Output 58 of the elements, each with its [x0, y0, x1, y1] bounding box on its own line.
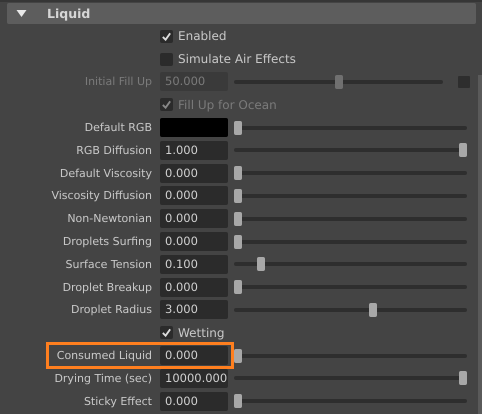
field-label: Viscosity Diffusion: [50, 189, 153, 202]
number-field[interactable]: 10000.000: [160, 368, 228, 388]
checkbox-label: Simulate Air Effects: [178, 52, 296, 66]
color-swatch[interactable]: [160, 118, 228, 138]
slider-track[interactable]: [234, 212, 467, 226]
section-header[interactable]: Liquid: [7, 3, 476, 24]
field-label: Drying Time (sec): [53, 372, 153, 385]
field-label: Consumed Liquid: [56, 349, 153, 362]
slider-track[interactable]: [234, 234, 467, 249]
slider-thumb[interactable]: [369, 302, 377, 317]
section-title: Liquid: [47, 6, 90, 21]
slider-thumb[interactable]: [234, 188, 242, 203]
number-field[interactable]: 0.000: [160, 346, 228, 366]
slider-track[interactable]: [234, 74, 443, 89]
field-label: Default Viscosity: [58, 166, 153, 180]
field-label: RGB Diffusion: [75, 144, 153, 157]
number-field[interactable]: 0.000: [160, 186, 228, 206]
slider-thumb[interactable]: [459, 143, 467, 158]
slider-track[interactable]: [234, 280, 467, 294]
slider-track[interactable]: [234, 166, 467, 180]
field-label: Droplets Surfing: [62, 235, 153, 248]
number-field[interactable]: 0.000: [160, 232, 228, 252]
field-label: Non-Newtonian: [66, 212, 153, 226]
slider-track[interactable]: [234, 394, 467, 408]
slider-track[interactable]: [234, 188, 467, 203]
slider-thumb[interactable]: [234, 166, 242, 180]
slider-thumb[interactable]: [256, 257, 264, 272]
slider-track[interactable]: [234, 348, 467, 363]
checkbox[interactable]: [160, 52, 173, 66]
number-field[interactable]: 0.000: [160, 392, 228, 411]
slider-thumb[interactable]: [234, 120, 242, 135]
number-field[interactable]: 0.000: [160, 164, 228, 183]
slider-track[interactable]: [234, 302, 467, 317]
slider-thumb[interactable]: [234, 234, 242, 249]
slider-thumb[interactable]: [234, 212, 242, 226]
slider-thumb[interactable]: [459, 371, 467, 386]
field-label: Default RGB: [84, 121, 153, 134]
checkbox[interactable]: [160, 30, 173, 43]
slider-track[interactable]: [234, 257, 467, 272]
number-field[interactable]: 0.000: [160, 209, 228, 228]
slider-track[interactable]: [234, 143, 467, 158]
slider-thumb[interactable]: [234, 280, 242, 294]
slider-track[interactable]: [234, 120, 467, 135]
field-label: Droplet Breakup: [62, 280, 153, 294]
field-label: Droplet Radius: [70, 303, 153, 316]
number-field[interactable]: 3.000: [160, 300, 228, 320]
number-field[interactable]: 0.000: [160, 278, 228, 297]
checkbox-label: Wetting: [178, 326, 225, 340]
checkbox-label: Enabled: [178, 29, 226, 44]
number-field[interactable]: 1.000: [160, 140, 228, 160]
number-field[interactable]: 0.100: [160, 254, 228, 274]
slider-thumb[interactable]: [234, 348, 242, 363]
expand-triangle-icon: [16, 10, 27, 18]
slider-thumb[interactable]: [234, 394, 242, 408]
checkbox[interactable]: [160, 326, 173, 340]
field-label: Surface Tension: [64, 258, 153, 271]
slider-track[interactable]: [234, 371, 467, 386]
field-label: Sticky Effect: [82, 394, 153, 408]
